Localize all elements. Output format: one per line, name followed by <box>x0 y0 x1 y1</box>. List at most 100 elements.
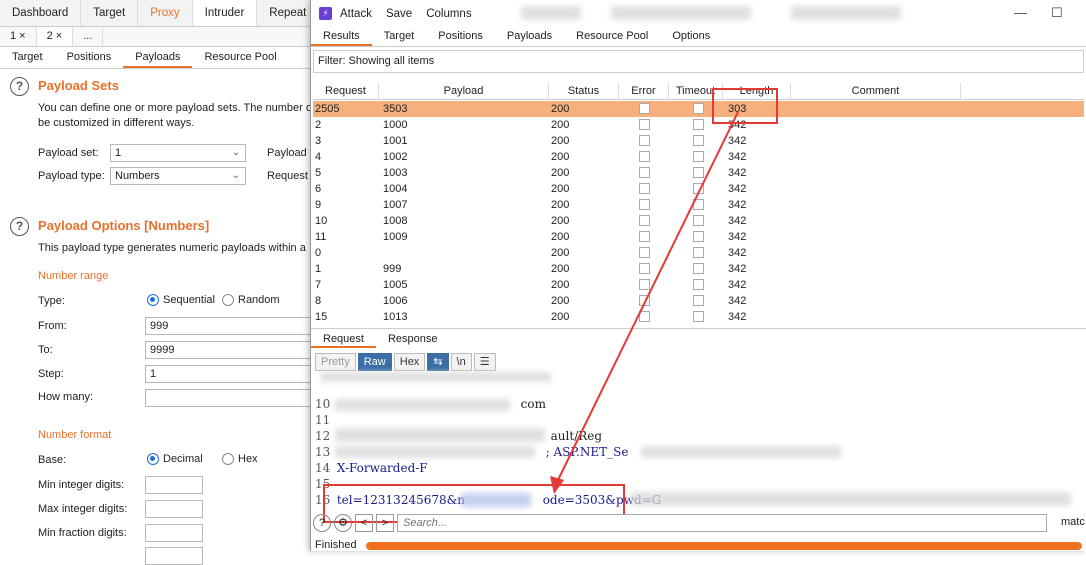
how-many-input[interactable] <box>145 389 315 407</box>
table-row[interactable]: 4 1002 200 342 <box>313 149 1084 165</box>
error-checkbox[interactable] <box>639 231 650 242</box>
radio-sequential[interactable]: Sequential <box>147 294 215 306</box>
menu-attack[interactable]: Attack <box>340 8 372 20</box>
radio-random[interactable]: Random <box>222 294 280 306</box>
next-match-button[interactable]: > <box>376 514 394 532</box>
minimize-button[interactable]: — <box>1014 5 1027 20</box>
timeout-checkbox[interactable] <box>693 215 704 226</box>
timeout-checkbox[interactable] <box>693 103 704 114</box>
to-input[interactable]: 9999 <box>145 341 315 359</box>
help-icon[interactable]: ? <box>313 514 331 532</box>
menu-icon[interactable]: ☰ <box>473 353 496 371</box>
table-row[interactable]: 3 1001 200 342 <box>313 133 1084 149</box>
config-tab-payloads[interactable]: Payloads <box>123 47 193 68</box>
gear-icon[interactable]: ⚙ <box>334 514 352 532</box>
table-row[interactable]: 0 200 342 <box>313 245 1084 261</box>
from-input[interactable]: 999 <box>145 317 315 335</box>
error-checkbox[interactable] <box>639 311 650 322</box>
filter-bar[interactable]: Filter: Showing all items <box>313 50 1084 73</box>
error-checkbox[interactable] <box>639 295 650 306</box>
timeout-checkbox[interactable] <box>693 151 704 162</box>
col-error[interactable]: Error <box>619 83 669 100</box>
table-row[interactable]: 1 999 200 342 <box>313 261 1084 277</box>
error-checkbox[interactable] <box>639 103 650 114</box>
error-checkbox[interactable] <box>639 263 650 274</box>
tab-positions[interactable]: Positions <box>426 27 495 46</box>
timeout-checkbox[interactable] <box>693 247 704 258</box>
menu-columns[interactable]: Columns <box>426 8 471 20</box>
tab-intruder[interactable]: Intruder <box>192 0 258 26</box>
pretty-button[interactable]: Pretty <box>315 353 356 371</box>
error-checkbox[interactable] <box>639 215 650 226</box>
col-status[interactable]: Status <box>549 83 619 100</box>
col-comment[interactable]: Comment <box>791 83 961 100</box>
maximize-button[interactable]: ☐ <box>1051 5 1063 21</box>
instance-tab-new[interactable]: ... <box>73 27 104 46</box>
error-checkbox[interactable] <box>639 199 650 210</box>
config-tab-positions[interactable]: Positions <box>55 47 124 68</box>
min-fraction-digits-input[interactable] <box>145 524 203 542</box>
max-fraction-digits-input[interactable] <box>145 547 203 565</box>
timeout-checkbox[interactable] <box>693 279 704 290</box>
tab-target[interactable]: Target <box>372 27 427 46</box>
error-checkbox[interactable] <box>639 119 650 130</box>
radio-decimal[interactable]: Decimal <box>147 453 203 465</box>
help-icon[interactable]: ? <box>10 77 29 96</box>
wrap-lines-icon[interactable]: ⇆ <box>427 353 449 371</box>
radio-hex[interactable]: Hex <box>222 453 258 465</box>
timeout-checkbox[interactable] <box>693 295 704 306</box>
max-integer-digits-input[interactable] <box>145 500 203 518</box>
table-row[interactable]: 7 1005 200 342 <box>313 277 1084 293</box>
timeout-checkbox[interactable] <box>693 119 704 130</box>
tab-proxy[interactable]: Proxy <box>138 0 193 26</box>
raw-button[interactable]: Raw <box>357 353 392 371</box>
error-checkbox[interactable] <box>639 151 650 162</box>
hex-button[interactable]: Hex <box>393 353 426 371</box>
tab-dashboard[interactable]: Dashboard <box>0 0 82 26</box>
error-checkbox[interactable] <box>639 135 650 146</box>
timeout-checkbox[interactable] <box>693 231 704 242</box>
table-row[interactable]: 2505 3503 200 303 <box>313 101 1084 117</box>
tab-results[interactable]: Results <box>311 27 372 46</box>
menu-save[interactable]: Save <box>386 8 412 20</box>
error-checkbox[interactable] <box>639 279 650 290</box>
tab-response[interactable]: Response <box>376 329 450 348</box>
timeout-checkbox[interactable] <box>693 183 704 194</box>
tab-payloads[interactable]: Payloads <box>495 27 564 46</box>
timeout-checkbox[interactable] <box>693 135 704 146</box>
error-checkbox[interactable] <box>639 247 650 258</box>
table-row[interactable]: 9 1007 200 342 <box>313 197 1084 213</box>
instance-tab-2[interactable]: 2 × <box>36 27 74 46</box>
error-checkbox[interactable] <box>639 167 650 178</box>
step-input[interactable]: 1 <box>145 365 315 383</box>
error-checkbox[interactable] <box>639 183 650 194</box>
newline-toggle-button[interactable]: \n <box>450 353 472 371</box>
payload-set-select[interactable]: 1 ⌄ <box>110 144 246 162</box>
search-input[interactable] <box>397 514 1047 532</box>
tab-request[interactable]: Request <box>311 329 376 348</box>
timeout-checkbox[interactable] <box>693 167 704 178</box>
table-row[interactable]: 2 1000 200 342 <box>313 117 1084 133</box>
timeout-checkbox[interactable] <box>693 199 704 210</box>
min-integer-digits-input[interactable] <box>145 476 203 494</box>
table-row[interactable]: 15 1013 200 342 <box>313 309 1084 325</box>
timeout-checkbox[interactable] <box>693 311 704 322</box>
tab-resource-pool[interactable]: Resource Pool <box>564 27 660 46</box>
table-row[interactable]: 10 1008 200 342 <box>313 213 1084 229</box>
instance-tab-1[interactable]: 1 × <box>0 27 37 46</box>
payload-type-select[interactable]: Numbers ⌄ <box>110 167 246 185</box>
col-payload[interactable]: Payload <box>379 83 549 100</box>
config-tab-resource-pool[interactable]: Resource Pool <box>192 47 288 68</box>
table-row[interactable]: 5 1003 200 342 <box>313 165 1084 181</box>
col-request[interactable]: Request <box>313 83 379 100</box>
table-row[interactable]: 11 1009 200 342 <box>313 229 1084 245</box>
prev-match-button[interactable]: < <box>355 514 373 532</box>
tab-options[interactable]: Options <box>660 27 722 46</box>
help-icon[interactable]: ? <box>10 217 29 236</box>
tab-target[interactable]: Target <box>81 0 139 26</box>
table-row[interactable]: 8 1006 200 342 <box>313 293 1084 309</box>
timeout-checkbox[interactable] <box>693 263 704 274</box>
table-row[interactable]: 6 1004 200 342 <box>313 181 1084 197</box>
config-tab-target[interactable]: Target <box>0 47 55 68</box>
cell-status: 200 <box>551 263 570 275</box>
